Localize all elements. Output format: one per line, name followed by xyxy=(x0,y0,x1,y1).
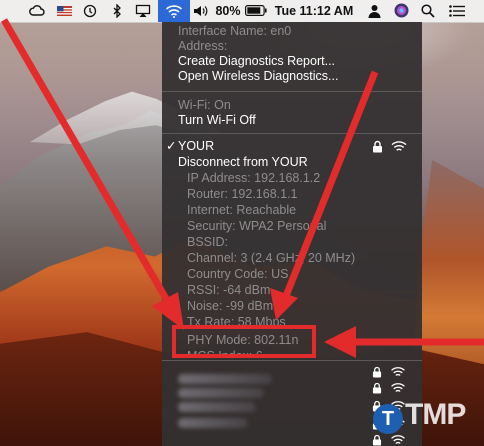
phy-mode-highlight-box xyxy=(172,325,316,358)
watermark-logo: T xyxy=(373,404,403,434)
arrow-right-head xyxy=(324,326,356,358)
arrow-middle-line xyxy=(282,70,379,298)
watermark-text: TMP xyxy=(405,398,466,431)
annotation-arrows xyxy=(0,18,484,358)
arrow-left-line xyxy=(0,18,172,304)
